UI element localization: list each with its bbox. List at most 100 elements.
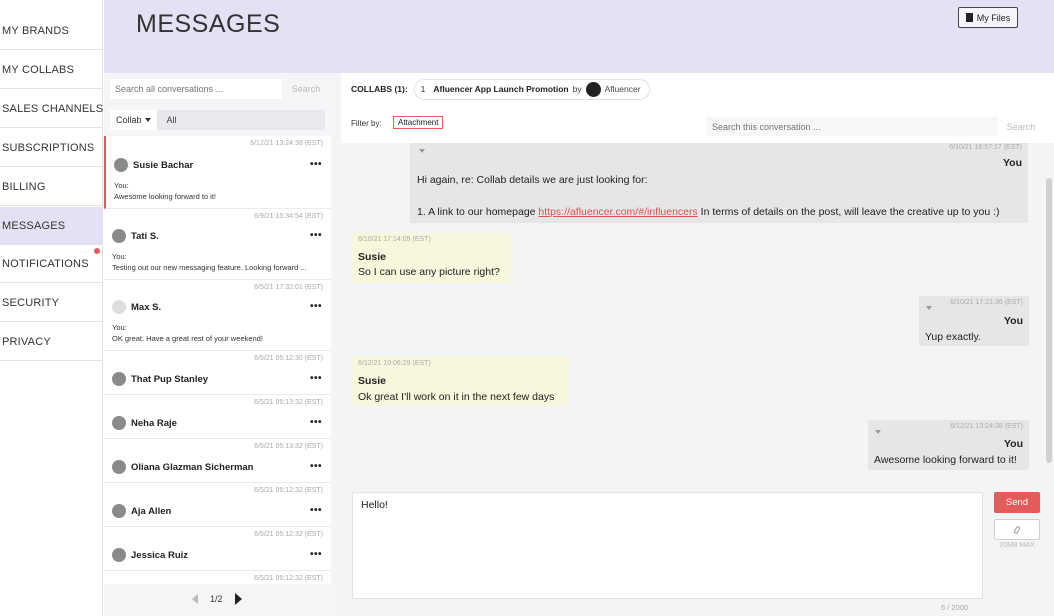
sidebar-item-label: SUBSCRIPTIONS <box>2 141 95 154</box>
more-options-icon[interactable]: ••• <box>310 373 322 384</box>
more-options-icon[interactable]: ••• <box>310 505 322 516</box>
sidebar-item-messages[interactable]: MESSAGES <box>0 207 103 245</box>
my-files-button[interactable]: My Files <box>958 7 1018 28</box>
conversation-time: 6/9/21 15:34:54 (EST) <box>254 213 323 220</box>
conversation-time: 6/5/21 05:13:32 (EST) <box>254 443 323 450</box>
more-options-icon[interactable]: ••• <box>310 461 322 472</box>
message-text: Hi again, re: Collab details we are just… <box>417 174 648 186</box>
conversation-name: Aja Allen <box>131 506 172 517</box>
search-conversations-input[interactable] <box>110 79 282 99</box>
attachment-filter-chip[interactable]: Attachment <box>393 116 444 129</box>
message-bubble: 6/10/21 17:14:05 (EST) Susie So I can us… <box>351 233 511 283</box>
collabs-label: COLLABS (1): <box>351 84 408 94</box>
chevron-down-icon[interactable] <box>926 306 932 310</box>
sidebar-item-notifications[interactable]: NOTIFICATIONS <box>0 245 103 283</box>
collab-filter-dropdown[interactable]: Collab <box>110 110 157 130</box>
sidebar-item-label: SALES CHANNELS <box>2 102 104 115</box>
search-button[interactable]: Search <box>286 79 326 99</box>
sidebar-item-subscriptions[interactable]: SUBSCRIPTIONS <box>0 129 103 167</box>
avatar <box>114 158 128 172</box>
avatar <box>112 300 126 314</box>
message-sender: You <box>1003 438 1023 450</box>
conversation-list: 6/12/21 13:24:38 (EST) Susie Bachar ••• … <box>104 136 331 584</box>
send-button[interactable]: Send <box>994 492 1040 513</box>
conversation-time: 6/5/21 05:12:32 (EST) <box>254 487 323 494</box>
sidebar-item-security[interactable]: SECURITY <box>0 284 103 322</box>
list-item[interactable]: 6/12/21 13:24:38 (EST) Susie Bachar ••• … <box>104 136 331 209</box>
max-size-label: 20MB MAX <box>999 542 1035 549</box>
homepage-link[interactable]: https://afluencer.com/#/influencers <box>538 206 697 218</box>
sidebar-item-my-collabs[interactable]: MY COLLABS <box>0 51 103 89</box>
conversation-search: Search <box>110 79 324 99</box>
sidebar-item-label: BILLING <box>2 180 46 193</box>
conversation-you-label: You: <box>112 252 127 261</box>
list-item[interactable]: 6/5/21 05:13:32 (EST) Neha Raje ••• <box>104 395 331 439</box>
avatar <box>112 372 126 386</box>
conversation-time: 6/5/21 05:13:32 (EST) <box>254 399 323 406</box>
my-files-label: My Files <box>976 12 1011 23</box>
sidebar-item-privacy[interactable]: PRIVACY <box>0 323 103 361</box>
collab-chip[interactable]: 1 Afluencer App Launch Promotion by Aflu… <box>413 78 650 100</box>
more-options-icon[interactable]: ••• <box>310 549 322 560</box>
prev-page-icon[interactable] <box>192 594 198 604</box>
message-time: 6/10/21 16:57:17 (EST) <box>949 144 1022 151</box>
sidebar-item-label: MY COLLABS <box>2 63 75 76</box>
list-item[interactable]: 6/9/21 15:34:54 (EST) Tati S. ••• You: T… <box>104 209 331 280</box>
more-options-icon[interactable]: ••• <box>310 159 322 170</box>
collabs-bar: COLLABS (1): 1 Afluencer App Launch Prom… <box>351 78 650 100</box>
filter-value[interactable]: All <box>167 115 177 125</box>
more-options-icon[interactable]: ••• <box>310 301 322 312</box>
list-item[interactable]: 6/5/21 17:32:01 (EST) Max S. ••• You: OK… <box>104 280 331 351</box>
search-conversation-input[interactable] <box>706 117 998 136</box>
collab-title: Afluencer App Launch Promotion <box>433 84 569 94</box>
thread-scrollbar[interactable] <box>1046 178 1052 463</box>
conversation-you-label: You: <box>112 323 127 332</box>
conversation-list-panel: Search Collab All 6/12/21 13:24:38 (EST)… <box>104 73 341 616</box>
sidebar-item-sales-channels[interactable]: SALES CHANNELS <box>0 90 103 128</box>
conversation-preview: OK great. Have a great rest of your week… <box>112 334 263 343</box>
list-item[interactable]: 6/5/21 05:12:30 (EST) That Pup Stanley •… <box>104 351 331 395</box>
message-bubble: 6/12/21 13:24:38 (EST) You Awesome looki… <box>868 420 1029 470</box>
conversation-filter: Collab All <box>110 110 325 130</box>
conversation-name: Neha Raje <box>131 418 177 429</box>
more-options-icon[interactable]: ••• <box>310 417 322 428</box>
list-item[interactable]: 6/5/21 05:12:32 (EST) Jessica Ruiz ••• <box>104 527 331 571</box>
avatar <box>112 504 126 518</box>
conversation-time: 6/5/21 05:12:30 (EST) <box>254 355 323 362</box>
chevron-down-icon[interactable] <box>875 430 881 434</box>
sidebar-item-label: NOTIFICATIONS <box>2 257 89 270</box>
collab-by: by <box>572 84 582 94</box>
list-item[interactable]: 6/5/21 05:12:32 (EST) <box>104 571 331 584</box>
conversation-name: That Pup Stanley <box>131 374 209 385</box>
sidebar-item-my-brands[interactable]: MY BRANDS <box>0 12 103 50</box>
sidebar-item-billing[interactable]: BILLING <box>0 168 103 206</box>
message-thread: 6/10/21 16:57:17 (EST) You Hi again, re:… <box>341 143 1054 547</box>
message-sender: You <box>1002 157 1022 169</box>
conversation-preview: Awesome looking forward to it! <box>114 192 216 201</box>
conversation-name: Susie Bachar <box>133 160 194 171</box>
sidebar-item-label: MESSAGES <box>2 219 66 232</box>
list-item[interactable]: 6/5/21 05:13:32 (EST) Oliana Glazman Sic… <box>104 439 331 483</box>
chevron-down-icon <box>144 118 151 122</box>
message-bubble: 6/10/21 17:21:36 (EST) You Yup exactly. <box>919 296 1029 346</box>
avatar <box>112 229 126 243</box>
conversation-time: 6/5/21 05:12:32 (EST) <box>254 531 323 538</box>
file-icon <box>965 13 973 22</box>
conversation-time: 6/5/21 17:32:01 (EST) <box>254 284 323 291</box>
message-text: Ok great I'll work on it in the next few… <box>358 391 555 403</box>
more-options-icon[interactable]: ••• <box>310 230 322 241</box>
avatar <box>112 416 126 430</box>
message-compose-input[interactable]: Hello! <box>352 492 983 599</box>
attach-file-button[interactable] <box>994 519 1040 540</box>
search-conversation-button[interactable]: Search <box>1001 117 1041 136</box>
message-time: 6/12/21 10:06:29 (EST) <box>358 360 431 367</box>
list-item[interactable]: 6/5/21 05:12:32 (EST) Aja Allen ••• <box>104 483 331 527</box>
sidebar-item-label: SECURITY <box>2 296 60 309</box>
conversation-name: Oliana Glazman Sicherman <box>131 462 254 473</box>
chevron-down-icon[interactable] <box>419 149 425 153</box>
message-bubble: 6/10/21 16:57:17 (EST) You Hi again, re:… <box>410 143 1028 223</box>
message-sender: You <box>1003 315 1023 327</box>
filter-by-label: Filter by: <box>351 119 382 128</box>
next-page-icon[interactable] <box>234 593 242 605</box>
char-count: 6 / 2000 <box>941 603 969 612</box>
